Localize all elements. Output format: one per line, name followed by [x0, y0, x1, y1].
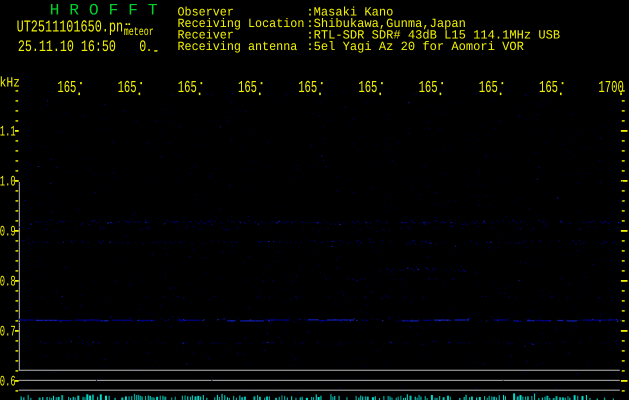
svg-text:165: 165 — [479, 79, 498, 98]
svg-text:1.1: 1.1 — [0, 124, 16, 140]
svg-text:UT2511101650.pn: UT2511101650.pn — [17, 19, 124, 38]
svg-text::5el Yagi Az 20 for Aomori VOR: :5el Yagi Az 20 for Aomori VOR — [306, 40, 524, 54]
svg-text:165: 165 — [539, 79, 558, 98]
svg-text:0.6: 0.6 — [0, 374, 16, 390]
svg-text:0.7: 0.7 — [0, 324, 16, 340]
svg-text:165: 165 — [57, 79, 76, 98]
svg-text:meteor: meteor — [124, 25, 154, 39]
svg-text:0: 0 — [139, 38, 146, 56]
svg-text:165: 165 — [358, 79, 377, 98]
svg-text:0.8: 0.8 — [0, 274, 16, 290]
svg-text:165: 165 — [298, 79, 317, 98]
svg-text:0.9: 0.9 — [0, 224, 16, 240]
svg-text:25.11.10 16:50: 25.11.10 16:50 — [18, 38, 116, 56]
svg-text:H R O F F T: H R O F F T — [50, 2, 158, 20]
svg-text:165: 165 — [118, 79, 137, 98]
svg-text:kHz: kHz — [0, 75, 20, 91]
svg-text:1.0: 1.0 — [0, 174, 16, 190]
svg-text:165: 165 — [419, 79, 438, 98]
svg-text:1700: 1700 — [598, 79, 624, 98]
svg-text:165: 165 — [178, 79, 197, 98]
svg-text:Receiving antenna: Receiving antenna — [178, 40, 298, 54]
svg-text:165: 165 — [238, 79, 257, 98]
